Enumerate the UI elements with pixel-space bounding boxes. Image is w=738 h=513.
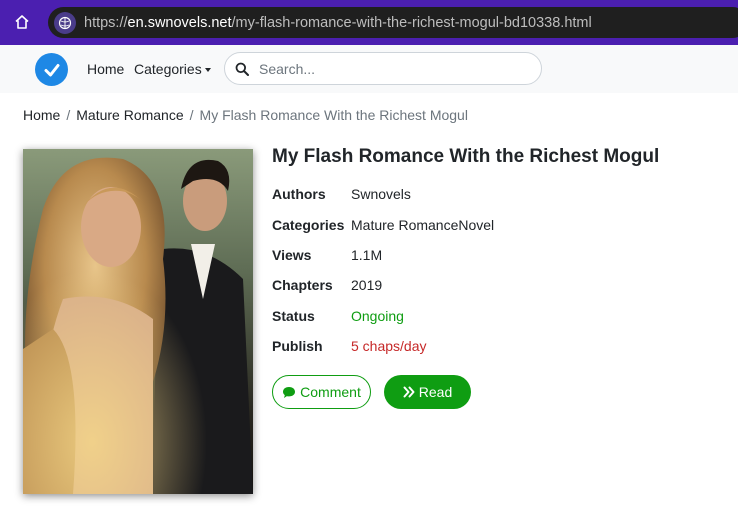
publish-value: 5 chaps/day (351, 338, 427, 354)
comment-icon (283, 386, 296, 398)
chapters-value: 2019 (351, 277, 383, 293)
breadcrumb: Home / Mature Romance / My Flash Romance Wit… (23, 107, 468, 123)
info-label: Authors (272, 186, 326, 202)
info-row-chapters: Chapters 2019 (272, 277, 382, 293)
info-label: Categories (272, 217, 345, 233)
double-chevron-right-icon (403, 386, 415, 398)
read-label: Read (418, 384, 453, 400)
status-value: Ongoing (351, 308, 404, 324)
info-row-authors: Authors Swnovels (272, 186, 411, 202)
info-label: Status (272, 308, 315, 324)
nav-categories-dropdown[interactable]: Categories (134, 61, 211, 77)
comment-button[interactable]: Comment (272, 375, 371, 409)
breadcrumb-category[interactable]: Mature Romance (76, 107, 183, 123)
url-text: https://en.swnovels.net/my-flash-romance… (84, 15, 592, 31)
breadcrumb-home[interactable]: Home (23, 107, 60, 123)
home-icon (15, 15, 29, 29)
site-info-icon[interactable] (54, 11, 76, 34)
info-row-views: Views 1.1M (272, 247, 382, 263)
checkmark-icon (44, 63, 59, 76)
info-label: Views (272, 247, 312, 263)
search-icon (235, 62, 249, 76)
address-bar[interactable]: https://en.swnovels.net/my-flash-romance… (48, 7, 738, 38)
book-cover-image[interactable] (23, 149, 253, 494)
site-navbar: Home Categories (0, 45, 738, 93)
nav-categories-label: Categories (134, 61, 202, 77)
views-value: 1.1M (351, 247, 383, 263)
author-link[interactable]: Swnovels (351, 186, 411, 202)
book-title: My Flash Romance With the Richest Mogul (272, 146, 660, 167)
info-row-publish: Publish 5 chaps/day (272, 338, 427, 354)
browser-toolbar: https://en.swnovels.net/my-flash-romance… (0, 0, 738, 45)
breadcrumb-current: My Flash Romance With the Richest Mogul (199, 107, 468, 123)
breadcrumb-separator: / (189, 107, 194, 123)
url-scheme: https:// (84, 14, 128, 31)
read-button[interactable]: Read (384, 375, 471, 409)
nav-home-link[interactable]: Home (87, 61, 124, 77)
search-input[interactable] (257, 59, 531, 78)
url-host: en.swnovels.net (127, 14, 232, 31)
info-row-status: Status Ongoing (272, 308, 404, 324)
info-row-categories: Categories Mature RomanceNovel (272, 217, 494, 233)
info-label: Publish (272, 338, 323, 354)
browser-home-button[interactable] (8, 8, 36, 36)
site-logo[interactable] (35, 53, 68, 86)
breadcrumb-separator: / (66, 107, 71, 123)
category-link[interactable]: Mature RomanceNovel (351, 217, 494, 233)
comment-label: Comment (300, 384, 361, 400)
search-box[interactable] (224, 52, 542, 85)
info-label: Chapters (272, 277, 333, 293)
caret-down-icon (204, 68, 211, 73)
url-path: /my-flash-romance-with-the-richest-mogul… (231, 14, 592, 31)
